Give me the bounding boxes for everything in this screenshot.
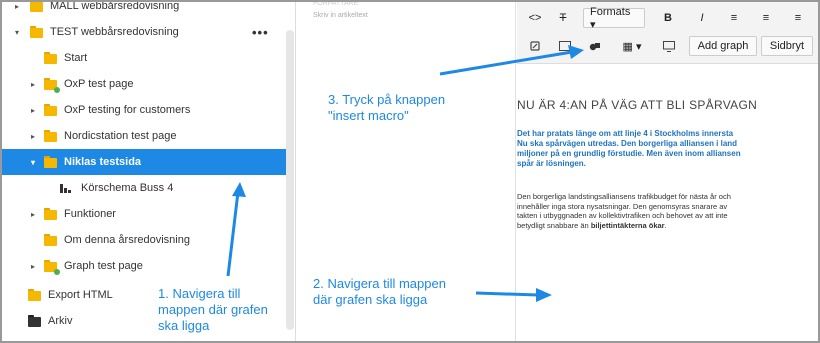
preview-icon[interactable]	[659, 36, 679, 56]
body-bold-text: biljettintäkterna ökar	[590, 220, 665, 230]
tree-item-label: Niklas testsida	[64, 156, 142, 168]
expand-caret-icon[interactable]: ▸	[28, 132, 38, 141]
expand-caret-icon[interactable]: ▸	[28, 106, 38, 115]
article-heading[interactable]: NU ÄR 4:AN PÅ VÄG ATT BLI SPÅRVAGN	[517, 98, 820, 112]
tree-item-label: Om denna årsredovisning	[64, 234, 190, 246]
clear-format-button[interactable]: T	[553, 8, 573, 28]
body-line: takten i utbyggnaden av kollektivtrafike…	[517, 211, 728, 220]
source-code-button[interactable]: <>	[525, 8, 545, 28]
body-end: .	[664, 220, 667, 230]
tree-item-start[interactable]: Start	[0, 45, 286, 71]
body-line: betydligt snabbare än biljettintäkterna …	[517, 221, 820, 231]
annotation-step-3: 3. Tryck på knappen "insert macro"	[328, 92, 445, 124]
folder-icon	[44, 260, 60, 275]
lead-line: Det har pratats länge om att linje 4 i S…	[517, 129, 734, 138]
annotation-line: där grafen ska ligga	[313, 292, 428, 307]
tree-item-nordicstation[interactable]: ▸ Nordicstation test page	[0, 123, 286, 149]
folder-icon	[30, 0, 43, 12]
tree-item-korschema[interactable]: Körschema Buss 4	[0, 175, 286, 201]
tree-item-label: Start	[64, 52, 88, 64]
folder-icon	[44, 78, 60, 93]
expand-caret-icon[interactable]: ▸	[28, 262, 38, 271]
formats-dropdown[interactable]: Formats ▾	[583, 6, 645, 31]
sidebar-scrollbar[interactable]	[286, 30, 294, 330]
tree-item-label: TEST webbårsredovisning	[50, 26, 179, 38]
lead-line: miljoner på en grundlig förstudie. Men ä…	[517, 149, 741, 158]
article-body[interactable]: Den borgerliga landstingsalliansens traf…	[517, 192, 820, 230]
chart-icon	[60, 183, 71, 193]
annotation-line: ska ligga	[158, 318, 210, 333]
tree-item-om-arsredovisning[interactable]: Om denna årsredovisning	[0, 227, 286, 253]
image-icon[interactable]	[555, 36, 575, 56]
lead-line: Nu ska spårvägen utredas. Den borgerliga…	[517, 139, 738, 148]
tree-item-label: Export HTML	[48, 289, 113, 301]
add-graph-button[interactable]: Add graph	[689, 36, 757, 56]
tree-item-oxp-testing[interactable]: ▸ OxP testing for customers	[0, 97, 286, 123]
archive-folder-icon	[28, 315, 41, 327]
page-break-button[interactable]: Sidbryt	[761, 36, 813, 56]
folder-icon	[44, 156, 57, 168]
link-icon[interactable]	[525, 36, 545, 56]
collapse-caret-icon[interactable]: ▾	[28, 158, 38, 167]
insert-macro-icon[interactable]	[585, 36, 605, 56]
annotation-line: "insert macro"	[328, 108, 409, 123]
body-line: Den borgerliga landstingsalliansens traf…	[517, 192, 731, 201]
article-lead[interactable]: Det har pratats länge om att linje 4 i S…	[517, 129, 820, 169]
folder-icon	[28, 289, 41, 301]
folder-icon	[44, 52, 57, 64]
editor-toolbar: <> T Formats ▾ B I ≡ ≡ ≡ ▦ ▾ Add graph S…	[517, 0, 820, 64]
tree-item-label: Graph test page	[64, 260, 143, 272]
tree-item-mall[interactable]: ▸ MALL webbårsredovisning	[0, 0, 286, 19]
tree-item-label: OxP test page	[64, 78, 134, 90]
tree-item-niklas-testsida[interactable]: ▾ Niklas testsida	[0, 149, 286, 175]
expand-caret-icon[interactable]: ▸	[12, 2, 22, 11]
expand-caret-icon[interactable]: ▸	[28, 80, 38, 89]
tree-item-label: MALL webbårsredovisning	[50, 0, 180, 12]
annotation-step-2: 2. Navigera till mappen där grafen ska l…	[313, 276, 446, 308]
folder-icon	[44, 208, 57, 220]
table-dropdown[interactable]: ▦ ▾	[617, 36, 647, 56]
annotation-line: mappen där grafen	[158, 302, 268, 317]
tree-item-test[interactable]: ▾ TEST webbårsredovisning •••	[0, 19, 286, 45]
tree-item-label: Arkiv	[48, 315, 73, 327]
align-center-button[interactable]: ≡	[757, 8, 775, 28]
tree-item-funktioner[interactable]: ▸ Funktioner	[0, 201, 286, 227]
body-line: innehåller inga stora nysatsningar. Den …	[517, 201, 728, 211]
lead-line: spår är lösningen.	[517, 159, 586, 168]
folder-icon	[44, 104, 57, 116]
tree-item-graph-test-page[interactable]: ▸ Graph test page	[0, 253, 286, 279]
more-options-icon[interactable]: •••	[252, 25, 269, 40]
bold-button[interactable]: B	[659, 8, 677, 28]
published-status-icon	[54, 87, 60, 93]
annotation-line: 1. Navigera till	[158, 286, 241, 301]
collapse-caret-icon[interactable]: ▾	[12, 28, 22, 37]
rich-text-editor: <> T Formats ▾ B I ≡ ≡ ≡ ▦ ▾ Add graph S…	[517, 0, 820, 343]
tree-item-oxp-test-page[interactable]: ▸ OxP test page	[0, 71, 286, 97]
tree-item-label: Körschema Buss 4	[81, 182, 174, 194]
author-field-label: FÖRFATTARE	[313, 0, 359, 7]
article-text-placeholder[interactable]: Skriv in artikeltext	[313, 12, 368, 19]
folder-icon	[44, 234, 57, 246]
align-right-button[interactable]: ≡	[789, 8, 807, 28]
annotation-line: 2. Navigera till mappen	[313, 276, 446, 291]
tree-item-label: OxP testing for customers	[64, 104, 191, 116]
annotation-step-1: 1. Navigera till mappen där grafen ska l…	[158, 286, 268, 334]
published-status-icon	[54, 269, 60, 275]
body-text: betydligt snabbare än	[517, 220, 589, 230]
italic-button[interactable]: I	[693, 8, 711, 28]
folder-icon	[30, 26, 43, 38]
expand-caret-icon[interactable]: ▸	[28, 210, 38, 219]
annotation-line: 3. Tryck på knappen	[328, 92, 446, 107]
tree-item-label: Funktioner	[64, 208, 116, 220]
align-left-button[interactable]: ≡	[725, 8, 743, 28]
folder-icon	[44, 130, 57, 142]
tree-item-label: Nordicstation test page	[64, 130, 177, 142]
